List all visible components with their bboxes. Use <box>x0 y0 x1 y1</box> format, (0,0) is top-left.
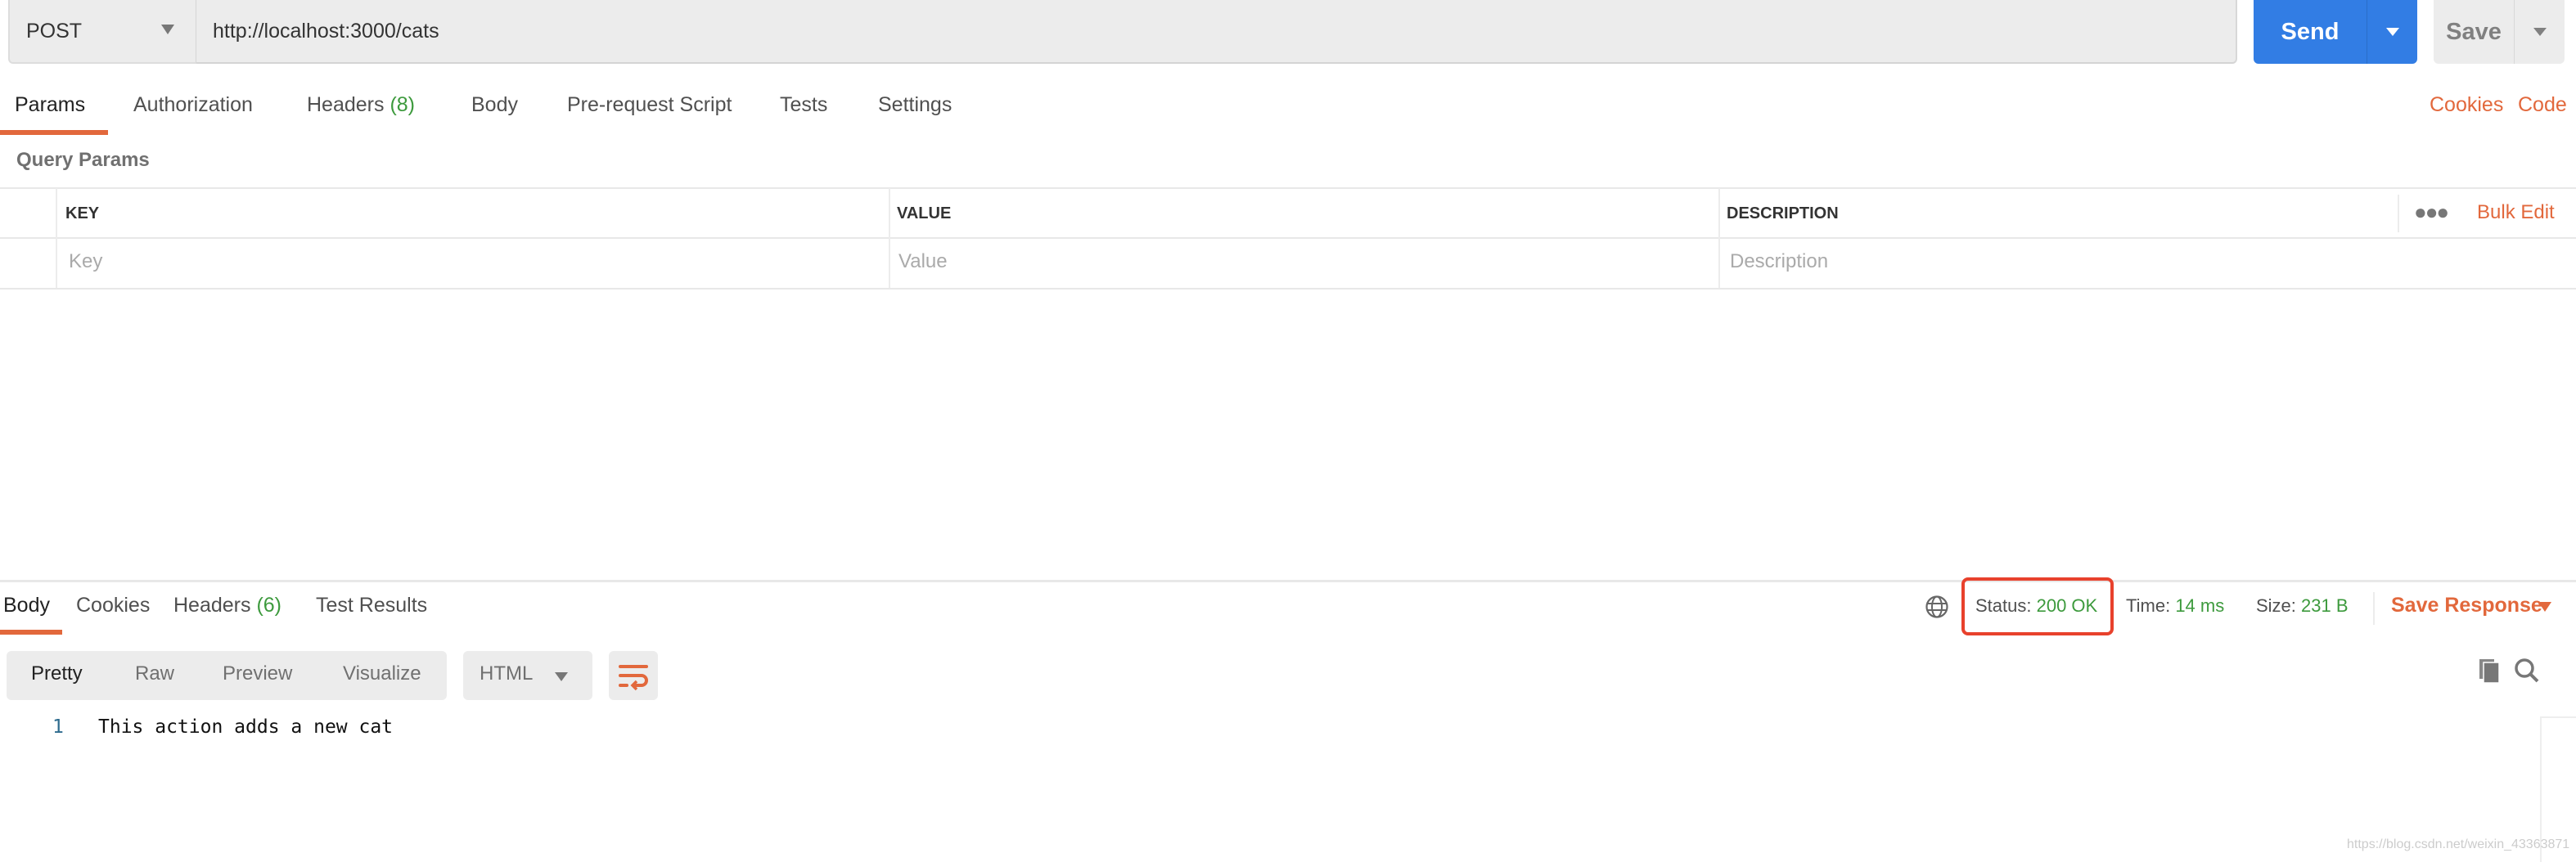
tab-headers[interactable]: Headers (8) <box>307 93 415 117</box>
tab-label: Headers <box>307 93 385 116</box>
time-value: 14 ms <box>2175 595 2225 616</box>
value-input[interactable]: Value <box>898 250 948 273</box>
send-label: Send <box>2254 0 2367 64</box>
response-body-line: This action adds a new cat <box>98 716 394 738</box>
description-input[interactable]: Description <box>1730 250 1828 273</box>
tab-authorization[interactable]: Authorization <box>133 93 253 117</box>
cookies-link[interactable]: Cookies <box>2430 93 2503 117</box>
active-tab-indicator <box>0 130 108 135</box>
headers-count: (6) <box>256 594 282 617</box>
method-value: POST <box>26 19 83 43</box>
response-tab-cookies[interactable]: Cookies <box>76 594 150 617</box>
method-select[interactable]: POST <box>8 0 196 64</box>
watermark: https://blog.csdn.net/weixin_43363871 <box>2347 837 2570 851</box>
copy-icon[interactable] <box>2478 658 2501 684</box>
time-label: Time: <box>2126 595 2171 616</box>
chevron-down-icon <box>555 672 568 681</box>
more-options-icon[interactable]: ●●● <box>2414 200 2449 225</box>
divider <box>0 288 2576 290</box>
wrap-lines-icon <box>619 665 648 691</box>
active-tab-indicator <box>0 630 62 635</box>
query-params-title: Query Params <box>16 149 150 171</box>
response-status: Status: 200 OK <box>1975 595 2097 617</box>
column-header-description: DESCRIPTION <box>1727 204 1839 222</box>
line-number: 1 <box>52 716 64 738</box>
code-link[interactable]: Code <box>2518 93 2567 117</box>
chevron-down-icon <box>161 25 174 34</box>
divider <box>0 237 2576 239</box>
column-divider <box>56 188 57 288</box>
save-response-button[interactable]: Save Response <box>2391 594 2542 617</box>
bulk-edit-button[interactable]: Bulk Edit <box>2477 201 2555 224</box>
key-input[interactable]: Key <box>69 250 102 273</box>
column-divider <box>889 188 890 288</box>
save-label: Save <box>2434 0 2515 64</box>
send-button[interactable]: Send <box>2254 0 2417 64</box>
url-input[interactable]: http://localhost:3000/cats <box>196 0 2237 64</box>
tab-settings[interactable]: Settings <box>878 93 952 117</box>
view-mode-raw[interactable]: Raw <box>135 662 174 685</box>
column-header-key: KEY <box>65 204 100 222</box>
search-icon[interactable] <box>2514 658 2540 684</box>
view-mode-preview[interactable]: Preview <box>223 662 292 685</box>
response-time: Time: 14 ms <box>2126 595 2224 617</box>
response-tab-body[interactable]: Body <box>3 594 50 617</box>
size-value: 231 B <box>2301 595 2349 616</box>
column-divider <box>2398 195 2399 232</box>
globe-icon[interactable] <box>1925 595 1949 619</box>
response-tab-headers[interactable]: Headers (6) <box>173 594 281 617</box>
url-value: http://localhost:3000/cats <box>213 19 439 43</box>
caret-down-icon <box>2385 28 2399 36</box>
tab-label: Headers <box>173 594 251 617</box>
view-mode-pretty[interactable]: Pretty <box>31 662 83 685</box>
status-value: 200 OK <box>2036 595 2098 616</box>
column-header-value: VALUE <box>897 204 952 222</box>
response-divider[interactable] <box>0 580 2576 582</box>
tab-tests[interactable]: Tests <box>780 93 827 117</box>
response-tab-test-results[interactable]: Test Results <box>316 594 427 617</box>
save-response-label: Save Response <box>2391 594 2542 617</box>
tab-body[interactable]: Body <box>471 93 518 117</box>
status-label: Status: <box>1975 595 2032 616</box>
save-button[interactable]: Save <box>2434 0 2565 64</box>
divider <box>0 187 2576 189</box>
headers-count: (8) <box>390 93 416 116</box>
size-label: Size: <box>2256 595 2296 616</box>
tab-pre-request-script[interactable]: Pre-request Script <box>567 93 732 117</box>
send-options-button[interactable] <box>2367 0 2417 64</box>
column-divider <box>1718 188 1720 288</box>
save-options-button[interactable] <box>2515 0 2565 64</box>
format-value: HTML <box>480 662 534 685</box>
caret-down-icon[interactable] <box>2538 602 2551 612</box>
divider <box>2373 592 2375 625</box>
caret-down-icon <box>2533 28 2547 36</box>
tab-params[interactable]: Params <box>15 93 85 117</box>
wrap-lines-button[interactable] <box>609 651 658 700</box>
view-mode-visualize[interactable]: Visualize <box>343 662 421 685</box>
format-select[interactable]: HTML <box>463 651 592 700</box>
response-size: Size: 231 B <box>2256 595 2349 617</box>
